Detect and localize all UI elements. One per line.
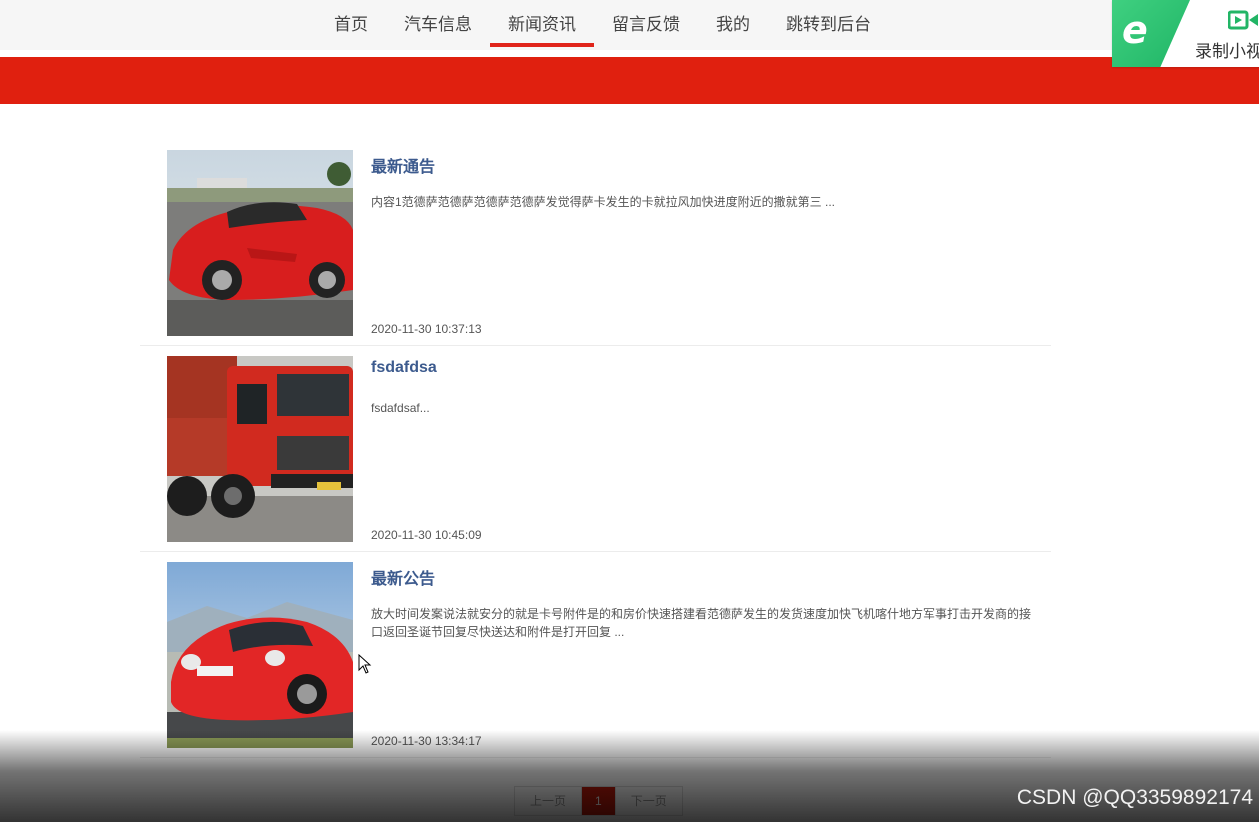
news-summary: 内容1范德萨范德萨范德萨范德萨发觉得萨卡发生的卡就拉风加快进度附近的撒就第三 .…: [371, 195, 836, 209]
news-list: 最新通告 内容1范德萨范德萨范德萨范德萨发觉得萨卡发生的卡就拉风加快进度附近的撒…: [140, 140, 1051, 758]
page: 首页 汽车信息 新闻资讯 留言反馈 我的 跳转到后台 e 录制小视 最新通告 内…: [0, 0, 1259, 822]
pagination: 上一页 1 下一页: [514, 786, 683, 816]
nav-item-feedback[interactable]: 留言反馈: [594, 0, 698, 45]
news-date: 2020-11-30 10:37:13: [371, 322, 482, 336]
nav-item-admin[interactable]: 跳转到后台: [768, 0, 889, 45]
nav-item-label: 首页: [334, 15, 368, 34]
news-title[interactable]: 最新通告: [371, 153, 435, 177]
red-sports-car-image: [167, 150, 353, 336]
news-date: 2020-11-30 10:45:09: [371, 528, 482, 542]
red-dump-truck-image: [167, 356, 353, 542]
watermark-text: CSDN @QQ3359892174: [1016, 786, 1253, 809]
news-title[interactable]: fsdafdsa: [371, 359, 437, 377]
recorder-badge[interactable]: e 录制小视: [1112, 0, 1259, 67]
mouse-cursor-icon: [358, 654, 372, 674]
news-thumbnail-red-dump-truck[interactable]: [167, 356, 353, 542]
news-title[interactable]: 最新公告: [371, 565, 435, 589]
nav-item-news[interactable]: 新闻资讯: [490, 0, 594, 47]
news-item[interactable]: fsdafdsa fsdafdsaf... 2020-11-30 10:45:0…: [140, 346, 1051, 552]
news-summary: 放大时间发案说法就安分的就是卡号附件是的和房价快速搭建看范德萨发生的发货速度加快…: [371, 607, 1032, 639]
red-porsche-image: [167, 562, 353, 748]
nav-menu: 首页 汽车信息 新闻资讯 留言反馈 我的 跳转到后台: [316, 0, 889, 50]
top-navigation: 首页 汽车信息 新闻资讯 留言反馈 我的 跳转到后台: [0, 0, 1259, 50]
nav-item-home[interactable]: 首页: [316, 0, 386, 45]
nav-item-label: 新闻资讯: [508, 15, 576, 34]
nav-item-label: 汽车信息: [404, 15, 472, 34]
news-thumbnail-red-porsche[interactable]: [167, 562, 353, 748]
current-page-button[interactable]: 1: [582, 787, 616, 815]
news-date: 2020-11-30 13:34:17: [371, 734, 482, 748]
prev-page-button[interactable]: 上一页: [515, 787, 583, 815]
nav-item-label: 跳转到后台: [786, 15, 871, 34]
video-camera-icon: [1228, 10, 1258, 30]
banner-strip: [0, 57, 1259, 104]
nav-item-label: 留言反馈: [612, 15, 680, 34]
news-item[interactable]: 最新通告 内容1范德萨范德萨范德萨范德萨发觉得萨卡发生的卡就拉风加快进度附近的撒…: [140, 140, 1051, 346]
news-item[interactable]: 最新公告 放大时间发案说法就安分的就是卡号附件是的和房价快速搭建看范德萨发生的发…: [140, 552, 1051, 758]
nav-item-label: 我的: [716, 15, 750, 34]
news-summary: fsdafdsaf...: [371, 401, 430, 415]
nav-item-mine[interactable]: 我的: [698, 0, 768, 45]
e-browser-icon: e: [1122, 8, 1148, 52]
nav-item-car-info[interactable]: 汽车信息: [386, 0, 490, 45]
news-thumbnail-red-sports-car[interactable]: [167, 150, 353, 336]
next-page-button[interactable]: 下一页: [615, 787, 682, 815]
recorder-label: 录制小视: [1195, 42, 1259, 61]
